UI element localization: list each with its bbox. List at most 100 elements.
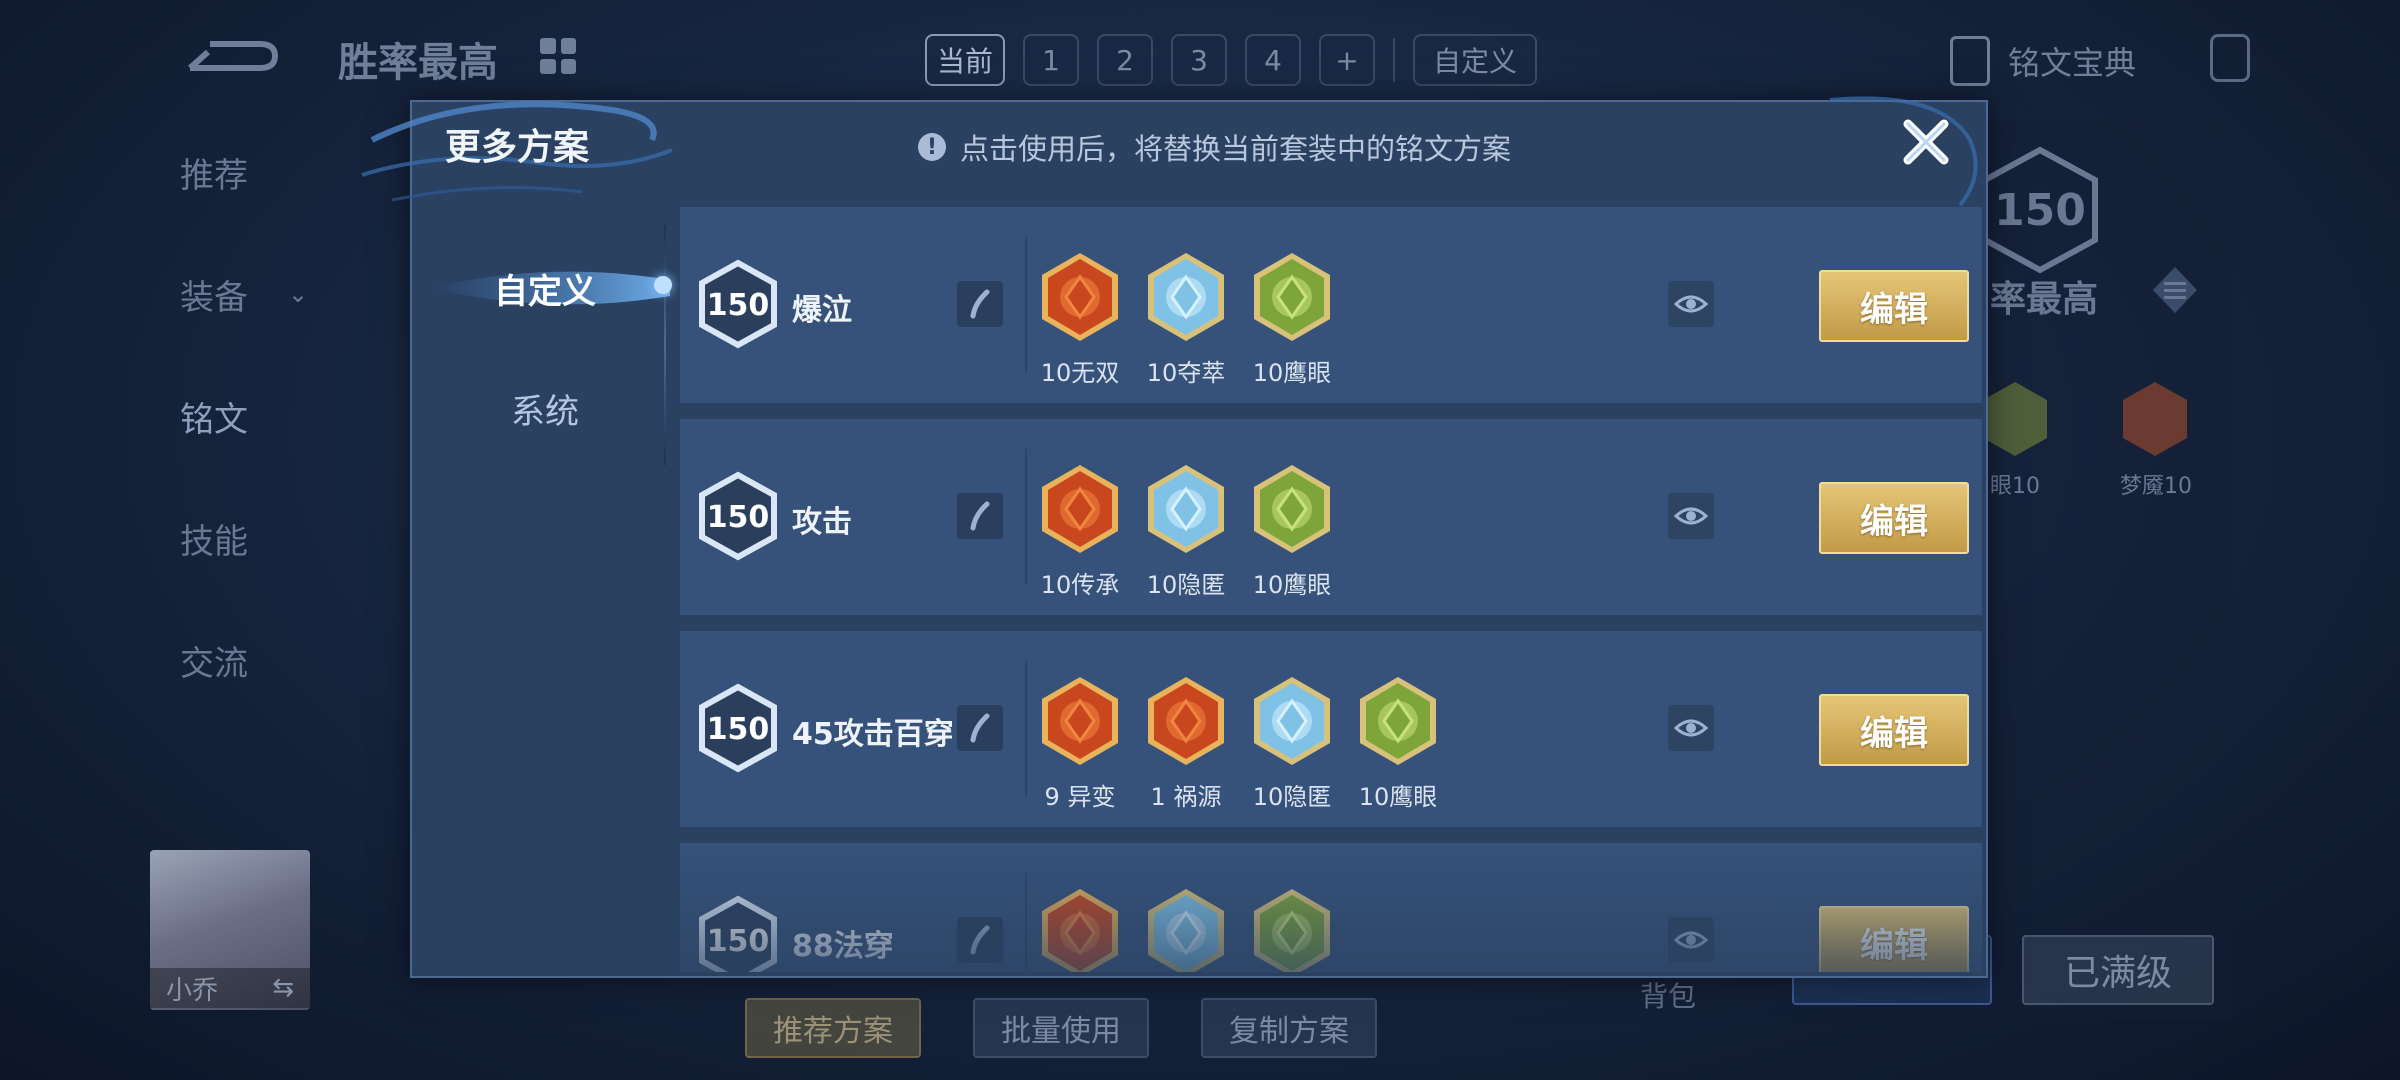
recommend-scheme-button[interactable]: 推荐方案 (745, 998, 921, 1058)
rune-group: 10无双 10夺萃 10鹰眼 (1040, 251, 1332, 388)
rune-item: 10鹰眼 (1252, 251, 1332, 388)
level-text: 150 (707, 500, 770, 535)
level-text: 150 (707, 924, 770, 959)
rune-group: 10传承 10隐匿 10鹰眼 (1040, 463, 1332, 600)
tab-3[interactable]: 3 (1171, 34, 1228, 86)
rune-label: 10鹰眼 (1252, 571, 1332, 599)
side-nav-label: 推荐 (180, 155, 248, 196)
swap-icon[interactable]: ⇆ (272, 973, 294, 1003)
scheme-row[interactable]: 150 88法穿 编辑 (680, 843, 1982, 972)
side-nav-recommend[interactable]: 推荐 (180, 150, 308, 196)
rune-label: 10隐匿 (1252, 783, 1332, 811)
eye-icon[interactable] (1668, 705, 1714, 751)
spiral-rune-icon (1039, 251, 1121, 347)
rune-item: 9 异变 (1040, 675, 1120, 812)
rename-pencil-icon[interactable] (957, 917, 1003, 963)
bg-level-text: 150 (1994, 185, 2086, 236)
rune-item: 10传承 (1040, 463, 1120, 600)
rune-item (1040, 887, 1120, 972)
hint-text: 点击使用后，将替换当前套装中的铭文方案 (960, 132, 1512, 166)
edit-button[interactable]: 编辑 (1819, 270, 1969, 342)
dialog-title: 更多方案 (445, 127, 590, 168)
tab-2[interactable]: 2 (1097, 34, 1154, 86)
row-divider (1025, 873, 1027, 972)
bg-scheme-title: 率最高 (1990, 279, 2099, 320)
rune-item: 1 祸源 (1146, 675, 1226, 812)
side-nav: 推荐 装备 ⌄ 铭文 技能 交流 (180, 150, 309, 684)
active-tab-indicator (654, 276, 672, 294)
rename-pencil-icon[interactable] (957, 705, 1003, 751)
clover-rune-icon (1251, 463, 1333, 559)
side-nav-equipment[interactable]: 装备 ⌄ (180, 272, 309, 318)
rune-item: 10隐匿 (1146, 463, 1226, 600)
codex-button[interactable]: 铭文宝典 (1950, 36, 2136, 86)
grid-icon[interactable] (540, 38, 576, 74)
red-rune-icon (2123, 382, 2187, 456)
rune-label: 10传承 (1040, 571, 1120, 599)
tab-system-schemes[interactable]: 系统 (440, 378, 650, 438)
scheme-name: 45攻击百穿 (792, 717, 954, 752)
hero-name-bar: 小乔 ⇆ (150, 968, 310, 1008)
hero-name: 小乔 (166, 975, 219, 1006)
scheme-list[interactable]: 150 爆泣 10无双 10夺萃 10鹰眼 编辑 150 攻击 10传承 10隐匿 10鹰眼 编辑 15… (680, 207, 1982, 972)
row-divider (1025, 237, 1027, 373)
rune-label: 10鹰眼 (1358, 783, 1438, 811)
tab-custom-schemes[interactable]: 自定义 (440, 258, 650, 318)
sword-rune-icon (1039, 463, 1121, 559)
side-nav-runes[interactable]: 铭文 (180, 394, 308, 440)
info-icon: ! (918, 133, 946, 161)
scheme-row[interactable]: 150 45攻击百穿 9 异变 1 祸源 10隐匿 10鹰眼 编辑 (680, 631, 1982, 827)
close-icon[interactable] (1896, 112, 1956, 172)
rename-pencil-icon[interactable] (957, 281, 1003, 327)
level-hex-icon: 150 (699, 259, 777, 349)
rune-group: 9 异变 1 祸源 10隐匿 10鹰眼 (1040, 675, 1438, 812)
rune-item: 10鹰眼 (1252, 463, 1332, 600)
side-nav-label: 铭文 (180, 399, 248, 440)
tab-1[interactable]: 1 (1023, 34, 1080, 86)
chevron-down-icon: ⌄ (288, 280, 309, 308)
rune-item: 10夺萃 (1146, 251, 1226, 388)
scheme-name: 攻击 (792, 505, 852, 540)
rune-label: 9 异变 (1044, 783, 1116, 811)
rune-item (1146, 887, 1226, 972)
tab-add[interactable]: + (1319, 34, 1376, 86)
side-nav-label: 技能 (180, 521, 248, 562)
edit-button[interactable]: 编辑 (1819, 694, 1969, 766)
scheme-name: 88法穿 (792, 929, 894, 964)
side-nav-skills[interactable]: 技能 (180, 516, 308, 562)
edit-button[interactable]: 编辑 (1819, 906, 1969, 972)
bottom-actions: 推荐方案 批量使用 复制方案 (745, 998, 1377, 1058)
rune-label: 1 祸源 (1150, 783, 1222, 811)
side-nav-community[interactable]: 交流 (180, 638, 308, 684)
claw-rune-icon (1145, 675, 1227, 771)
edit-button[interactable]: 编辑 (1819, 482, 1969, 554)
eye-icon[interactable] (1668, 281, 1714, 327)
arch-rune-icon (1039, 675, 1121, 771)
tab-4[interactable]: 4 (1245, 34, 1302, 86)
rune-label: 10无双 (1040, 359, 1120, 387)
level-hex-icon: 150 (699, 471, 777, 561)
eye-icon[interactable] (1668, 917, 1714, 963)
menu-icon[interactable] (2150, 265, 2200, 315)
rename-pencil-icon[interactable] (957, 493, 1003, 539)
rune-label: 10鹰眼 (1252, 359, 1332, 387)
level-hex-icon: 150 (699, 895, 777, 972)
scheme-row[interactable]: 150 爆泣 10无双 10夺萃 10鹰眼 编辑 (680, 207, 1982, 403)
rune-item: 10鹰眼 (1358, 675, 1438, 812)
scheme-row[interactable]: 150 攻击 10传承 10隐匿 10鹰眼 编辑 (680, 419, 1982, 615)
tab-current[interactable]: 当前 (925, 34, 1006, 86)
rune-item (1252, 887, 1332, 972)
back-icon[interactable] (180, 38, 280, 78)
network-icon (2210, 34, 2250, 82)
droplet-rune-icon (1145, 463, 1227, 559)
rune-item: 10隐匿 (1252, 675, 1332, 812)
maxed-button[interactable]: 已满级 (2022, 935, 2214, 1005)
batch-use-button[interactable]: 批量使用 (973, 998, 1149, 1058)
eye-icon[interactable] (1668, 493, 1714, 539)
rune-item: 10无双 (1040, 251, 1120, 388)
tab-custom[interactable]: 自定义 (1413, 34, 1538, 86)
book-icon (1950, 36, 1990, 86)
bag-button[interactable]: 背包 (1640, 975, 1696, 1015)
level-text: 150 (707, 712, 770, 747)
copy-scheme-button[interactable]: 复制方案 (1201, 998, 1377, 1058)
